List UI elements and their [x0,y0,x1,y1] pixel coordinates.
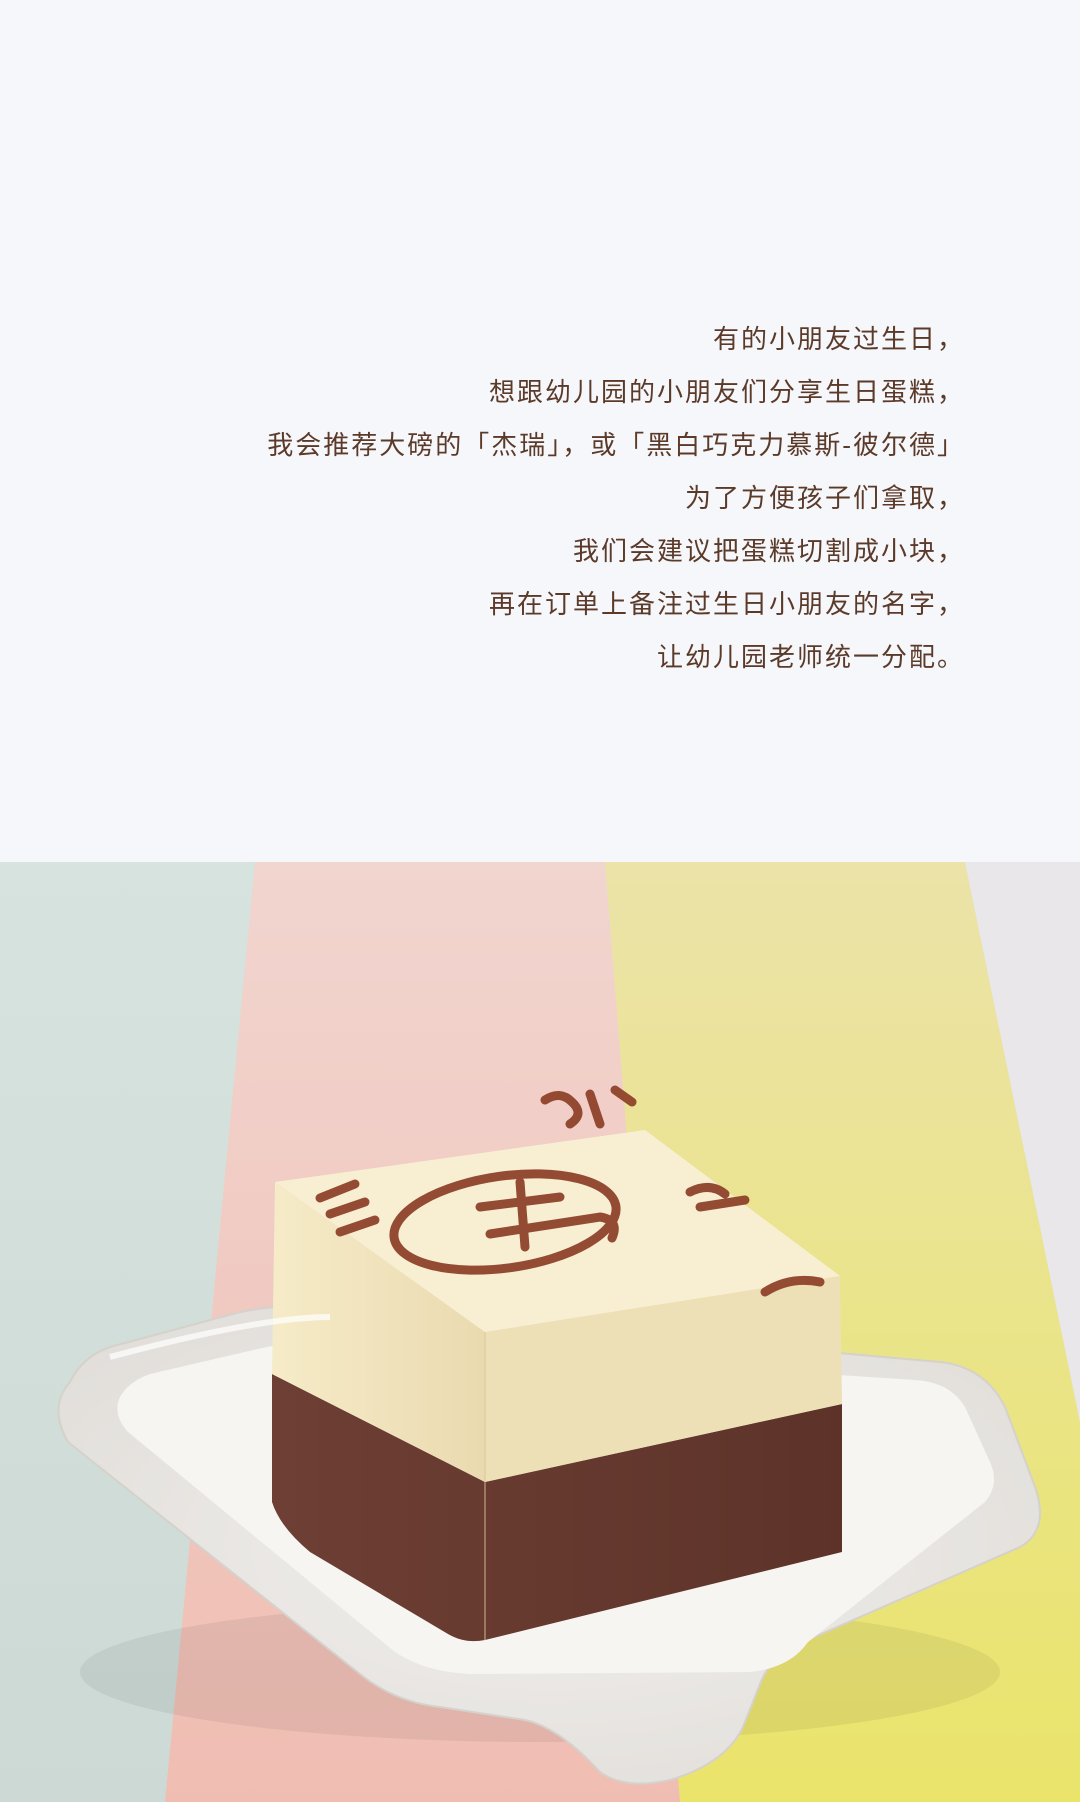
story-line-1: 有的小朋友过生日， [712,325,965,355]
story-line-3: 我会推荐大磅的「杰瑞」，或「黑白巧克力慕斯-彼尔德」 [267,431,965,461]
cake-photo [0,862,1080,1802]
cake-photo-svg [0,862,1080,1802]
story-text: 有的小朋友过生日， 想跟幼儿园的小朋友们分享生日蛋糕， 我会推荐大磅的「杰瑞」，… [165,314,965,685]
story-line-7: 让幼儿园老师统一分配。 [656,643,965,673]
text-section: 有的小朋友过生日， 想跟幼儿园的小朋友们分享生日蛋糕， 我会推荐大磅的「杰瑞」，… [0,0,1080,862]
story-line-2: 想跟幼儿园的小朋友们分享生日蛋糕， [488,378,965,408]
story-line-4: 为了方便孩子们拿取， [684,484,965,514]
story-line-6: 再在订单上备注过生日小朋友的名字， [488,590,965,620]
story-line-5: 我们会建议把蛋糕切割成小块， [572,537,965,567]
